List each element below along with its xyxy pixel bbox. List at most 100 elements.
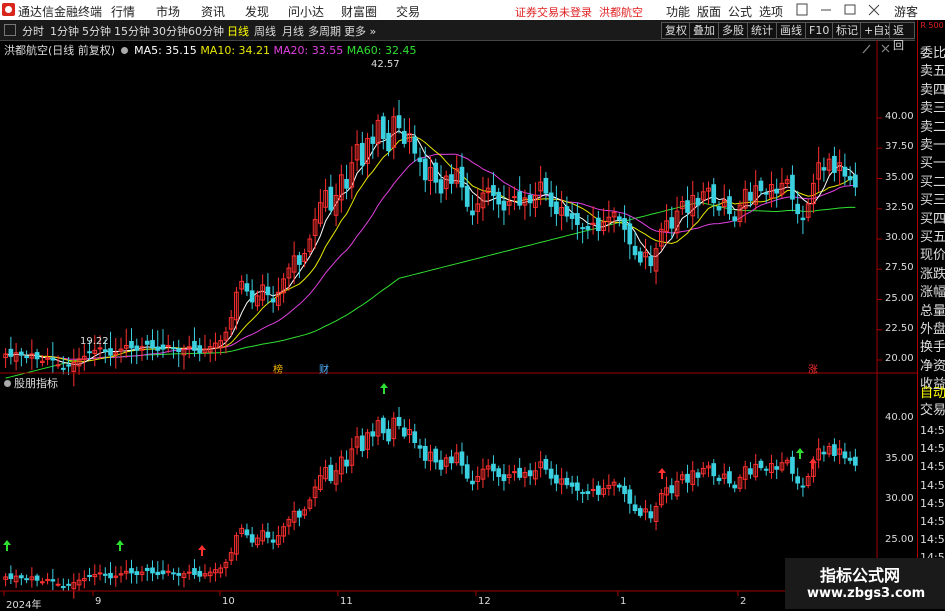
close-icon[interactable]	[868, 4, 880, 16]
period-1min[interactable]: 1分钟	[50, 23, 79, 39]
candle[interactable]	[8, 348, 14, 357]
candle[interactable]	[470, 210, 475, 216]
panel-item[interactable]: 卖五	[920, 64, 945, 80]
candle[interactable]	[727, 196, 732, 215]
menu-formula[interactable]: 公式	[728, 3, 752, 20]
menu-ask[interactable]: 问小达	[288, 3, 324, 20]
panel-item[interactable]: 外盘	[920, 322, 945, 338]
candle[interactable]	[401, 130, 407, 144]
candle[interactable]	[517, 191, 523, 206]
candle[interactable]	[155, 346, 161, 351]
candle[interactable]	[821, 167, 827, 171]
candle[interactable]	[459, 166, 465, 188]
candle[interactable]	[134, 345, 140, 351]
period-multi[interactable]: 多周期	[308, 23, 341, 39]
menu-news[interactable]: 资讯	[201, 3, 225, 20]
panel-item[interactable]: 交易	[920, 403, 945, 419]
panel-item[interactable]: 自动	[920, 386, 945, 402]
candle[interactable]	[176, 348, 182, 353]
candle[interactable]	[380, 116, 386, 140]
panel-item[interactable]: 买四	[920, 212, 945, 228]
event-limit-up-badge[interactable]: 涨	[808, 361, 818, 376]
candle[interactable]	[847, 176, 853, 181]
candle[interactable]	[580, 227, 585, 230]
candle[interactable]	[669, 217, 675, 229]
candle[interactable]	[55, 364, 61, 367]
candle[interactable]	[800, 217, 806, 221]
overlay-button[interactable]: 叠加	[689, 22, 719, 39]
candle[interactable]	[396, 115, 402, 129]
candle[interactable]	[144, 340, 150, 345]
candle[interactable]	[19, 351, 24, 356]
candle[interactable]	[60, 367, 66, 370]
candle[interactable]	[795, 203, 801, 215]
period-intraday[interactable]: 分时	[22, 23, 44, 39]
panel-item[interactable]: 买三	[920, 193, 945, 209]
candle[interactable]	[192, 340, 197, 351]
period-60min[interactable]: 60分钟	[188, 23, 224, 39]
menu-options[interactable]: 选项	[759, 3, 783, 20]
candle[interactable]	[160, 344, 166, 350]
panel-item[interactable]: 买五	[920, 230, 945, 246]
candle[interactable]	[412, 136, 418, 154]
menu-wealth[interactable]: 财富圈	[341, 3, 377, 20]
period-30min[interactable]: 30分钟	[152, 23, 188, 39]
menu-market[interactable]: 行情	[111, 3, 135, 20]
candle[interactable]	[197, 345, 203, 354]
event-finance-badge[interactable]: 财	[319, 361, 329, 376]
period-daily[interactable]: 日线	[227, 23, 249, 39]
candle[interactable]	[543, 177, 549, 194]
panel-item[interactable]: 卖二	[920, 120, 945, 136]
candle[interactable]	[244, 283, 250, 292]
candle[interactable]	[575, 213, 580, 225]
candle[interactable]	[622, 218, 627, 230]
indicator-title[interactable]: 股朋指标	[4, 375, 58, 391]
menu-function[interactable]: 功能	[666, 3, 690, 20]
menu-discover[interactable]: 发现	[245, 3, 269, 20]
candle[interactable]	[386, 132, 391, 152]
candle[interactable]	[464, 185, 470, 207]
candle[interactable]	[270, 298, 276, 303]
candle[interactable]	[711, 184, 717, 204]
candle[interactable]	[648, 256, 654, 267]
candle[interactable]	[491, 185, 496, 196]
back-button[interactable]: 返回	[889, 22, 915, 52]
candle[interactable]	[758, 180, 764, 192]
period-15min[interactable]: 15分钟	[114, 23, 150, 39]
candle[interactable]	[34, 352, 40, 360]
candle[interactable]	[50, 357, 56, 361]
candle[interactable]	[842, 166, 848, 177]
kline-chart[interactable]	[0, 40, 917, 609]
multi-stock-button[interactable]: 多股	[718, 22, 748, 39]
panel-item[interactable]: 涨跌	[920, 267, 945, 283]
candle[interactable]	[359, 142, 365, 166]
trade-login-warning[interactable]: 证券交易未登录 洪都航空	[515, 4, 643, 20]
candle[interactable]	[438, 179, 444, 194]
panel-item[interactable]: 卖四	[920, 83, 945, 99]
restore-icon[interactable]	[796, 3, 808, 16]
period-more[interactable]: 更多 »	[344, 23, 376, 39]
candle[interactable]	[512, 196, 517, 199]
candle[interactable]	[328, 186, 334, 211]
panel-item[interactable]: 卖一	[920, 138, 945, 154]
panel-item[interactable]: 总量	[920, 304, 945, 320]
candle[interactable]	[853, 174, 858, 188]
candle[interactable]	[422, 158, 428, 181]
candle[interactable]	[249, 290, 255, 303]
candle[interactable]	[790, 174, 795, 200]
candle[interactable]	[616, 216, 622, 221]
candle[interactable]	[66, 364, 71, 367]
candle[interactable]	[748, 191, 753, 201]
stats-button[interactable]: 统计	[747, 22, 777, 39]
user-guest[interactable]: 游客	[894, 3, 918, 20]
candle[interactable]	[527, 194, 533, 204]
candle[interactable]	[569, 213, 575, 219]
candle[interactable]	[564, 206, 570, 217]
candle[interactable]	[501, 200, 507, 211]
candle[interactable]	[632, 245, 638, 256]
candle[interactable]	[87, 351, 92, 354]
panel-item[interactable]: 买一	[920, 156, 945, 172]
candle[interactable]	[585, 226, 591, 230]
candle[interactable]	[554, 201, 559, 215]
candle[interactable]	[496, 191, 502, 205]
